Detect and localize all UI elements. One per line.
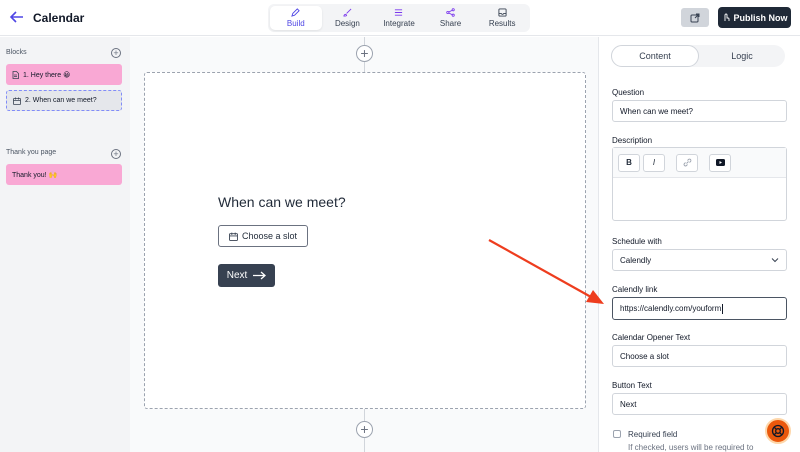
question-title: When can we meet? xyxy=(218,194,346,210)
next-button-label: Next xyxy=(226,270,248,281)
share-icon xyxy=(446,8,455,17)
connector-line xyxy=(364,438,365,452)
tab-label: Share xyxy=(439,19,462,28)
sidebar-block-1[interactable]: 1. Hey there 😀 xyxy=(6,64,122,85)
required-help-text: If checked, users will be required to xyxy=(628,443,754,452)
publish-button[interactable]: Publish Now xyxy=(718,7,791,28)
main-tabs: Build Design Integrate Share Results xyxy=(268,4,530,32)
calendly-value: https://calendly.com/youform xyxy=(620,304,722,313)
external-link-icon xyxy=(690,13,700,22)
tab-design[interactable]: Design xyxy=(322,6,374,30)
youtube-button[interactable] xyxy=(709,153,731,172)
sidebar-block-2[interactable]: 2. When can we meet? xyxy=(6,90,122,111)
chevron-down-icon xyxy=(771,258,779,263)
italic-button[interactable]: I xyxy=(643,153,665,172)
tab-label: Integrate xyxy=(383,19,415,28)
button-text-input[interactable]: Next xyxy=(612,393,787,415)
inbox-icon xyxy=(498,8,507,17)
schedule-label: Schedule with xyxy=(612,237,662,246)
required-checkbox[interactable] xyxy=(613,430,621,438)
slot-button-label: Choose a slot xyxy=(241,231,298,241)
document-icon xyxy=(12,70,19,79)
back-arrow-icon[interactable] xyxy=(9,9,25,25)
add-thank-you-icon[interactable]: + xyxy=(111,149,121,159)
required-label: Required field xyxy=(628,430,678,439)
connector-line xyxy=(364,62,365,72)
calendar-icon xyxy=(13,97,21,105)
description-editor[interactable]: B I xyxy=(612,147,787,221)
sliders-icon xyxy=(395,9,403,16)
description-label: Description xyxy=(612,136,653,145)
tab-label: Design xyxy=(334,19,360,28)
tab-content[interactable]: Content xyxy=(611,45,699,67)
thank-you-heading: Thank you page xyxy=(6,149,57,156)
lifebuoy-icon xyxy=(771,424,785,438)
tab-results[interactable]: Results xyxy=(476,6,528,30)
schedule-value: Calendly xyxy=(620,255,652,265)
block-preview-frame xyxy=(144,72,586,409)
tab-logic[interactable]: Logic xyxy=(699,45,785,67)
text-cursor xyxy=(722,303,724,314)
choose-slot-button[interactable]: Choose a slot xyxy=(218,225,308,247)
tab-integrate[interactable]: Integrate xyxy=(373,6,425,30)
pen-icon xyxy=(291,8,301,17)
block-label: 2. When can we meet? xyxy=(25,97,97,104)
bold-icon: B xyxy=(626,158,632,167)
panel-tabs: Content Logic xyxy=(611,45,785,67)
calendly-link-input[interactable]: https://calendly.com/youform xyxy=(612,297,787,320)
block-label: 1. Hey there 😀 xyxy=(23,71,71,79)
tab-label: Results xyxy=(488,19,516,28)
link-icon xyxy=(683,158,691,167)
calendar-icon xyxy=(229,232,238,241)
add-block-below-icon[interactable]: + xyxy=(356,421,373,438)
question-label: Question xyxy=(612,88,645,97)
brush-icon xyxy=(343,8,352,17)
youtube-icon xyxy=(715,159,725,166)
next-button[interactable]: Next xyxy=(218,264,275,287)
tab-label: Build xyxy=(286,19,305,28)
add-block-above-icon[interactable]: + xyxy=(356,45,373,62)
pointer-icon xyxy=(724,13,729,21)
add-block-icon[interactable]: + xyxy=(111,48,121,58)
block-label: Thank you! 🙌 xyxy=(12,171,58,179)
blocks-heading: Blocks xyxy=(6,49,27,56)
arrow-right-icon xyxy=(253,271,267,280)
editor-toolbar: B I xyxy=(613,148,786,178)
connector-line xyxy=(364,409,365,421)
link-button[interactable] xyxy=(676,153,698,172)
preview-button[interactable] xyxy=(681,8,709,27)
tab-share[interactable]: Share xyxy=(425,6,477,30)
opener-label: Calendar Opener Text xyxy=(612,333,691,342)
button-text-label: Button Text xyxy=(612,381,652,390)
sidebar-thank-you-block[interactable]: Thank you! 🙌 xyxy=(6,164,122,185)
opener-text-input[interactable]: Choose a slot xyxy=(612,345,787,367)
help-button[interactable] xyxy=(765,418,791,444)
tab-build[interactable]: Build xyxy=(270,6,322,30)
publish-label: Publish Now xyxy=(733,12,788,23)
question-input[interactable]: When can we meet? xyxy=(612,100,787,122)
calendly-label: Calendly link xyxy=(612,285,658,294)
page-title: Calendar xyxy=(33,11,85,25)
top-header: Calendar Build Design Integrate Share Re… xyxy=(0,0,800,36)
schedule-select[interactable]: Calendly xyxy=(612,249,787,271)
italic-icon: I xyxy=(652,158,656,167)
bold-button[interactable]: B xyxy=(618,153,640,172)
